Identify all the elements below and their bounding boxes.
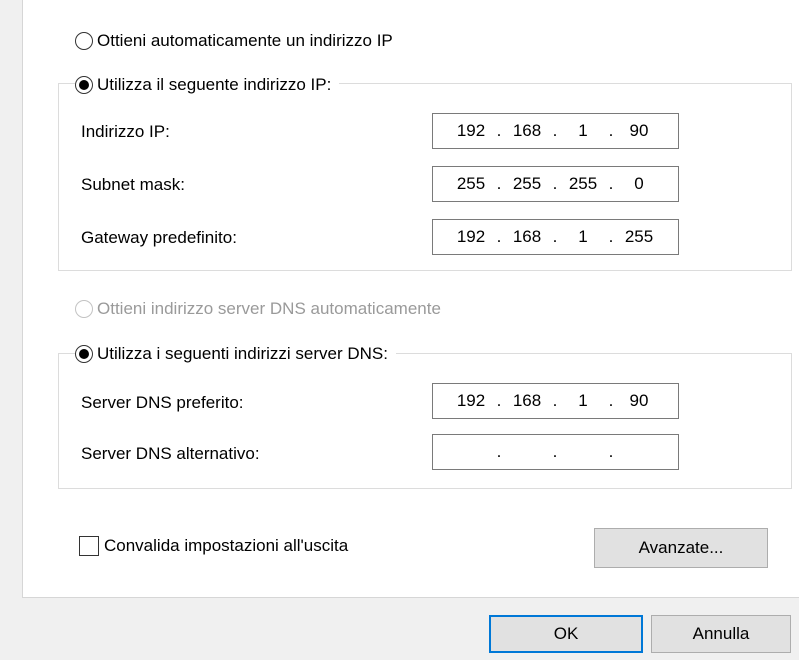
ip-octet-1: 192	[456, 121, 486, 140]
radio-auto-ip[interactable]: Ottieni automaticamente un indirizzo IP	[75, 31, 393, 51]
radio-manual-dns-label: Utilizza i seguenti indirizzi server DNS…	[97, 344, 388, 363]
radio-manual-ip-indicator[interactable]	[75, 76, 93, 94]
pdns-octet-4: 90	[629, 391, 649, 410]
ip-address-input[interactable]: 192 . 168 . 1 . 90	[432, 113, 679, 149]
mask-octet-4: 0	[634, 174, 644, 193]
radio-manual-ip[interactable]: Utilizza il seguente indirizzo IP:	[75, 72, 340, 98]
radio-manual-ip-label: Utilizza il seguente indirizzo IP:	[97, 75, 332, 94]
adns-octet-3	[560, 435, 606, 469]
ip-dot: .	[552, 121, 558, 140]
radio-auto-dns-label: Ottieni indirizzo server DNS automaticam…	[97, 299, 441, 318]
adns-octet-2	[504, 435, 550, 469]
dns-groupbox	[58, 353, 792, 489]
ip-dot: .	[552, 227, 558, 246]
validate-checkbox[interactable]: Convalida impostazioni all'uscita	[79, 536, 348, 556]
radio-auto-ip-indicator[interactable]	[75, 32, 93, 50]
gateway-octet-2: 168	[512, 227, 542, 246]
adns-octet-1	[448, 435, 494, 469]
advanced-button[interactable]: Avanzate...	[594, 528, 768, 568]
ip-dot: .	[552, 391, 558, 410]
subnet-mask-input[interactable]: 255 . 255 . 255 . 0	[432, 166, 679, 202]
ip-dot: .	[608, 227, 614, 246]
radio-auto-ip-label: Ottieni automaticamente un indirizzo IP	[97, 31, 393, 50]
mask-octet-2: 255	[512, 174, 542, 193]
radio-auto-dns-indicator	[75, 300, 93, 318]
ip-dot: .	[496, 227, 502, 246]
subnet-mask-label: Subnet mask:	[81, 175, 185, 194]
ip-dot: .	[496, 442, 502, 461]
radio-manual-dns[interactable]: Utilizza i seguenti indirizzi server DNS…	[75, 341, 396, 367]
alternate-dns-input[interactable]: . . .	[432, 434, 679, 470]
ip-dot: .	[496, 391, 502, 410]
ip-dot: .	[608, 121, 614, 140]
gateway-octet-1: 192	[456, 227, 486, 246]
ip-dot: .	[552, 442, 558, 461]
ip-dot: .	[608, 442, 614, 461]
validate-checkbox-label: Convalida impostazioni all'uscita	[104, 536, 349, 555]
advanced-button-label: Avanzate...	[638, 538, 724, 557]
ip-address-label: Indirizzo IP:	[81, 122, 170, 141]
cancel-button-label: Annulla	[692, 624, 750, 643]
cancel-button[interactable]: Annulla	[651, 615, 791, 653]
gateway-label: Gateway predefinito:	[81, 228, 237, 247]
ip-octet-3: 1	[578, 121, 588, 140]
gateway-input[interactable]: 192 . 168 . 1 . 255	[432, 219, 679, 255]
ok-button-label: OK	[553, 624, 579, 643]
ip-dot: .	[552, 174, 558, 193]
ip-octet-4: 90	[629, 121, 649, 140]
radio-auto-dns: Ottieni indirizzo server DNS automaticam…	[75, 299, 441, 319]
ip-dot: .	[496, 121, 502, 140]
ip-dot: .	[608, 174, 614, 193]
pdns-octet-3: 1	[578, 391, 588, 410]
mask-octet-3: 255	[568, 174, 598, 193]
alternate-dns-label: Server DNS alternativo:	[81, 444, 260, 463]
ok-button[interactable]: OK	[489, 615, 643, 653]
mask-octet-1: 255	[456, 174, 486, 193]
adns-octet-4	[616, 435, 662, 469]
validate-checkbox-box[interactable]	[79, 536, 99, 556]
gateway-octet-3: 1	[578, 227, 588, 246]
ip-dot: .	[496, 174, 502, 193]
preferred-dns-input[interactable]: 192 . 168 . 1 . 90	[432, 383, 679, 419]
gateway-octet-4: 255	[624, 227, 654, 246]
ip-octet-2: 168	[512, 121, 542, 140]
ip-dot: .	[608, 391, 614, 410]
pdns-octet-2: 168	[512, 391, 542, 410]
preferred-dns-label: Server DNS preferito:	[81, 393, 244, 412]
settings-panel: Ottieni automaticamente un indirizzo IP …	[22, 0, 799, 598]
radio-manual-dns-indicator[interactable]	[75, 345, 93, 363]
pdns-octet-1: 192	[456, 391, 486, 410]
